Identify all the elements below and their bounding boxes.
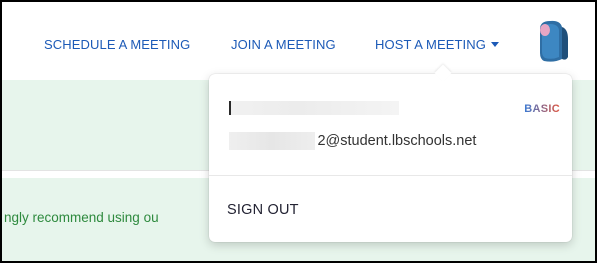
schedule-meeting-link[interactable]: SCHEDULE A MEETING bbox=[44, 37, 190, 52]
join-meeting-link[interactable]: JOIN A MEETING bbox=[231, 37, 336, 52]
email-redacted bbox=[229, 132, 315, 150]
caret-down-icon bbox=[490, 42, 499, 47]
top-navigation: SCHEDULE A MEETING JOIN A MEETING HOST A… bbox=[2, 2, 595, 80]
dropdown-divider bbox=[209, 175, 572, 176]
plan-badge: BASIC bbox=[524, 103, 560, 115]
email-text: 2@student.lbschools.net bbox=[317, 133, 477, 149]
host-meeting-label: HOST A MEETING bbox=[375, 37, 486, 52]
browser-viewport: SCHEDULE A MEETING JOIN A MEETING HOST A… bbox=[0, 0, 597, 263]
user-email: 2@student.lbschools.net bbox=[229, 132, 476, 152]
sign-out-button[interactable]: SIGN OUT bbox=[227, 202, 299, 218]
account-dropdown: BASIC 2@student.lbschools.net SIGN OUT bbox=[209, 74, 572, 242]
recommendation-text: ngly recommend using ou bbox=[4, 210, 159, 225]
host-meeting-menu[interactable]: HOST A MEETING bbox=[375, 37, 499, 52]
user-name-redacted bbox=[229, 101, 399, 115]
user-avatar-icon[interactable] bbox=[536, 19, 572, 63]
